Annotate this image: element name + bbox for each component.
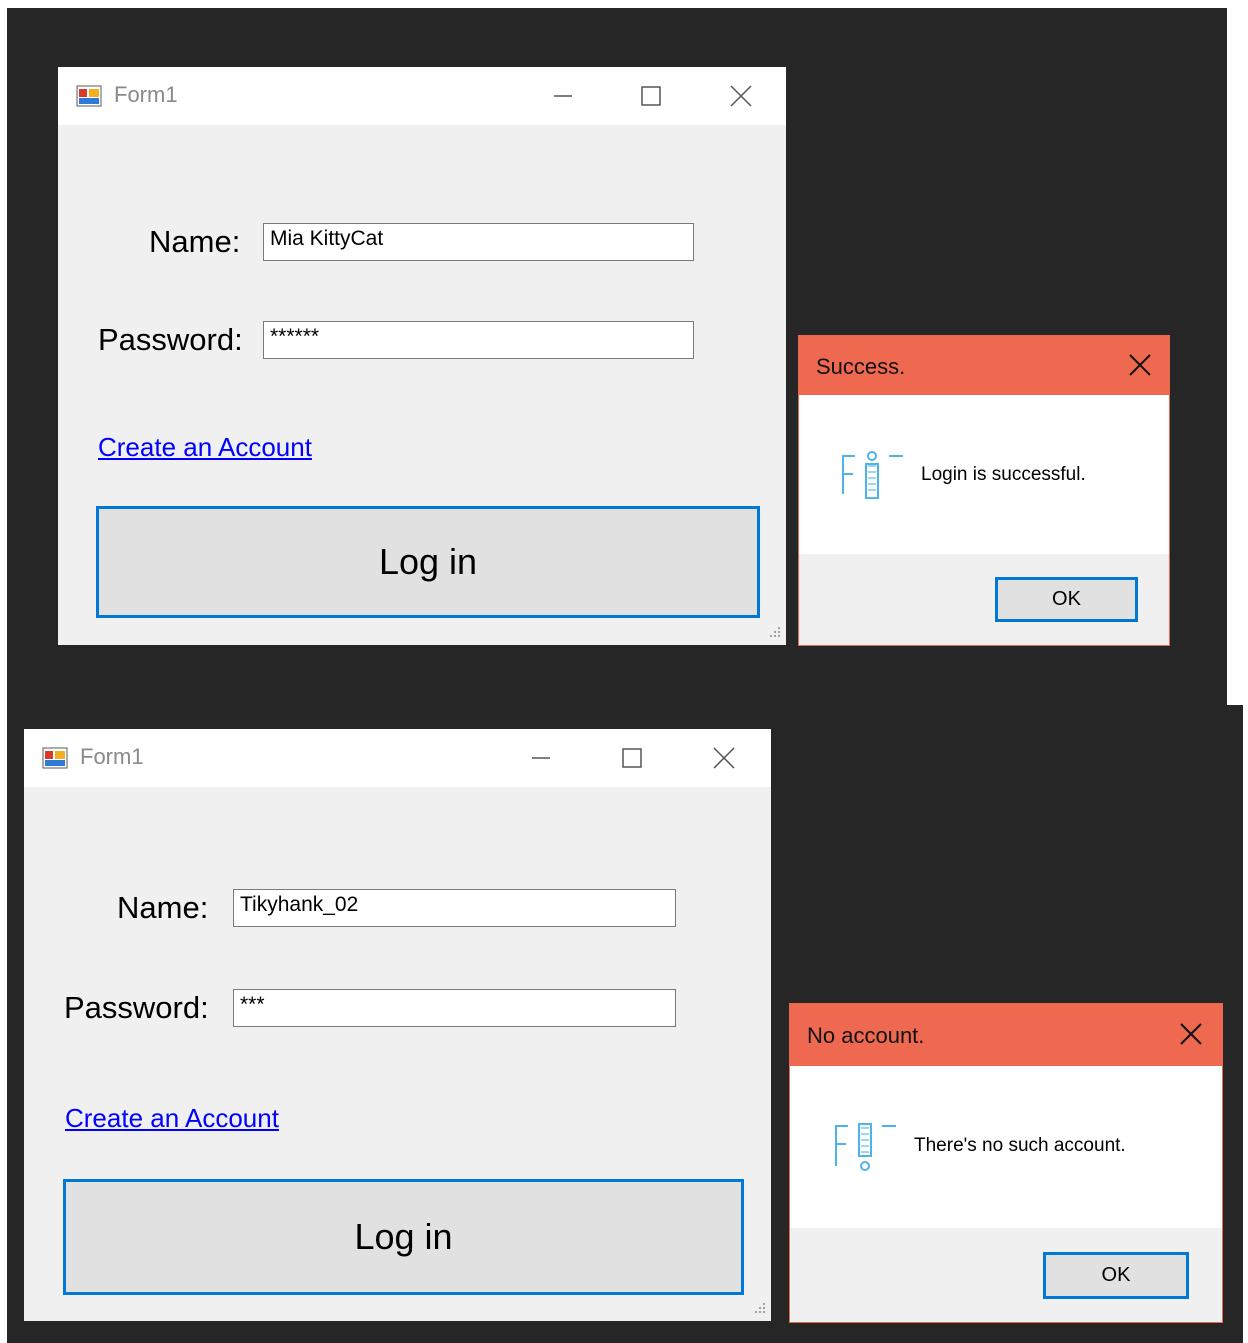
- login-button[interactable]: Log in: [63, 1179, 744, 1295]
- ok-button[interactable]: OK: [1043, 1252, 1189, 1299]
- app-icon: [42, 747, 68, 769]
- resize-grip-icon[interactable]: [751, 1301, 767, 1317]
- login-form-window: Form1 Name: Tikyhank_02 Password: *** Cr…: [24, 729, 771, 1321]
- window-title: Form1: [114, 82, 178, 107]
- create-account-link[interactable]: Create an Account: [98, 432, 312, 463]
- maximize-icon: [622, 748, 642, 768]
- close-icon: [1180, 1023, 1202, 1045]
- window-titlebar[interactable]: Form1: [58, 67, 786, 125]
- minimize-button[interactable]: [540, 75, 586, 117]
- password-input[interactable]: ******: [263, 321, 694, 359]
- name-input[interactable]: Tikyhank_02: [233, 889, 676, 927]
- dialog-titlebar[interactable]: Success.: [799, 336, 1169, 395]
- name-input[interactable]: Mia KittyCat: [263, 223, 694, 261]
- login-form-window: Form1 Name: Mia KittyCat Password: *****…: [58, 67, 786, 645]
- maximize-icon: [641, 86, 661, 106]
- minimize-icon: [554, 95, 572, 97]
- close-button[interactable]: [718, 75, 764, 117]
- app-icon: [76, 85, 102, 107]
- name-label: Name:: [149, 224, 241, 259]
- close-icon: [730, 85, 752, 107]
- dialog-title: No account.: [807, 1023, 925, 1048]
- login-button[interactable]: Log in: [96, 506, 760, 618]
- window-title: Form1: [80, 744, 144, 769]
- dialog-footer: OK: [790, 1228, 1222, 1322]
- dialog-title: Success.: [816, 354, 906, 379]
- dialog-footer: OK: [799, 554, 1169, 645]
- no-account-dialog: No account. There's no such account. OK: [789, 1003, 1223, 1323]
- info-icon: [842, 451, 903, 499]
- window-titlebar[interactable]: Form1: [24, 729, 771, 787]
- ok-button[interactable]: OK: [995, 577, 1138, 622]
- name-label: Name:: [117, 890, 209, 925]
- minimize-icon: [532, 757, 550, 759]
- create-account-link[interactable]: Create an Account: [65, 1103, 279, 1134]
- close-button[interactable]: [701, 737, 747, 779]
- dialog-titlebar[interactable]: No account.: [790, 1004, 1222, 1066]
- minimize-button[interactable]: [518, 737, 564, 779]
- resize-grip-icon[interactable]: [766, 625, 782, 641]
- dialog-message: Login is successful.: [921, 464, 1086, 485]
- maximize-button[interactable]: [609, 737, 655, 779]
- password-label: Password:: [98, 322, 243, 357]
- dialog-message: There's no such account.: [914, 1135, 1126, 1156]
- dialog-close-button[interactable]: [1174, 1017, 1208, 1051]
- dialog-close-button[interactable]: [1123, 348, 1157, 382]
- password-input[interactable]: ***: [233, 989, 676, 1027]
- close-icon: [1129, 354, 1151, 376]
- warning-icon: [835, 1123, 896, 1171]
- close-icon: [713, 747, 735, 769]
- success-dialog: Success. Login is successful. OK: [798, 335, 1170, 646]
- password-label: Password:: [64, 990, 209, 1025]
- maximize-button[interactable]: [628, 75, 674, 117]
